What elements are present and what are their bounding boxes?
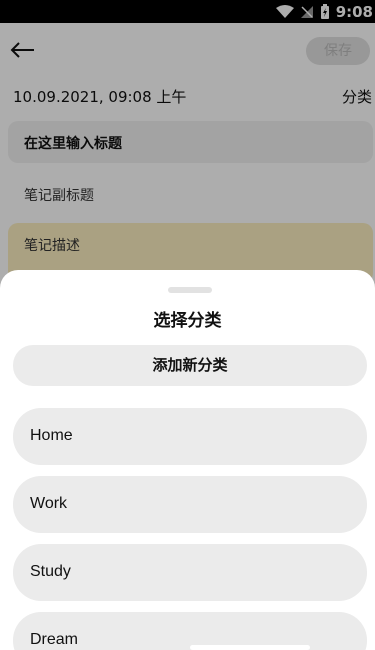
add-category-button[interactable]: 添加新分类 [13, 345, 367, 386]
category-label: Work [30, 495, 68, 512]
category-item-dream[interactable]: Dream [13, 612, 367, 650]
category-bottom-sheet: 选择分类 添加新分类 Home Work Study Dream [0, 270, 375, 650]
gesture-nav-handle[interactable] [190, 645, 310, 650]
category-item-study[interactable]: Study [13, 544, 367, 601]
category-label: Dream [30, 631, 79, 648]
category-label: Study [30, 563, 71, 580]
sheet-drag-handle[interactable] [168, 287, 212, 293]
category-item-home[interactable]: Home [13, 408, 367, 465]
category-item-work[interactable]: Work [13, 476, 367, 533]
category-label: Home [30, 427, 73, 444]
category-list: Home Work Study Dream [13, 408, 367, 650]
sheet-title: 选择分类 [153, 311, 222, 331]
